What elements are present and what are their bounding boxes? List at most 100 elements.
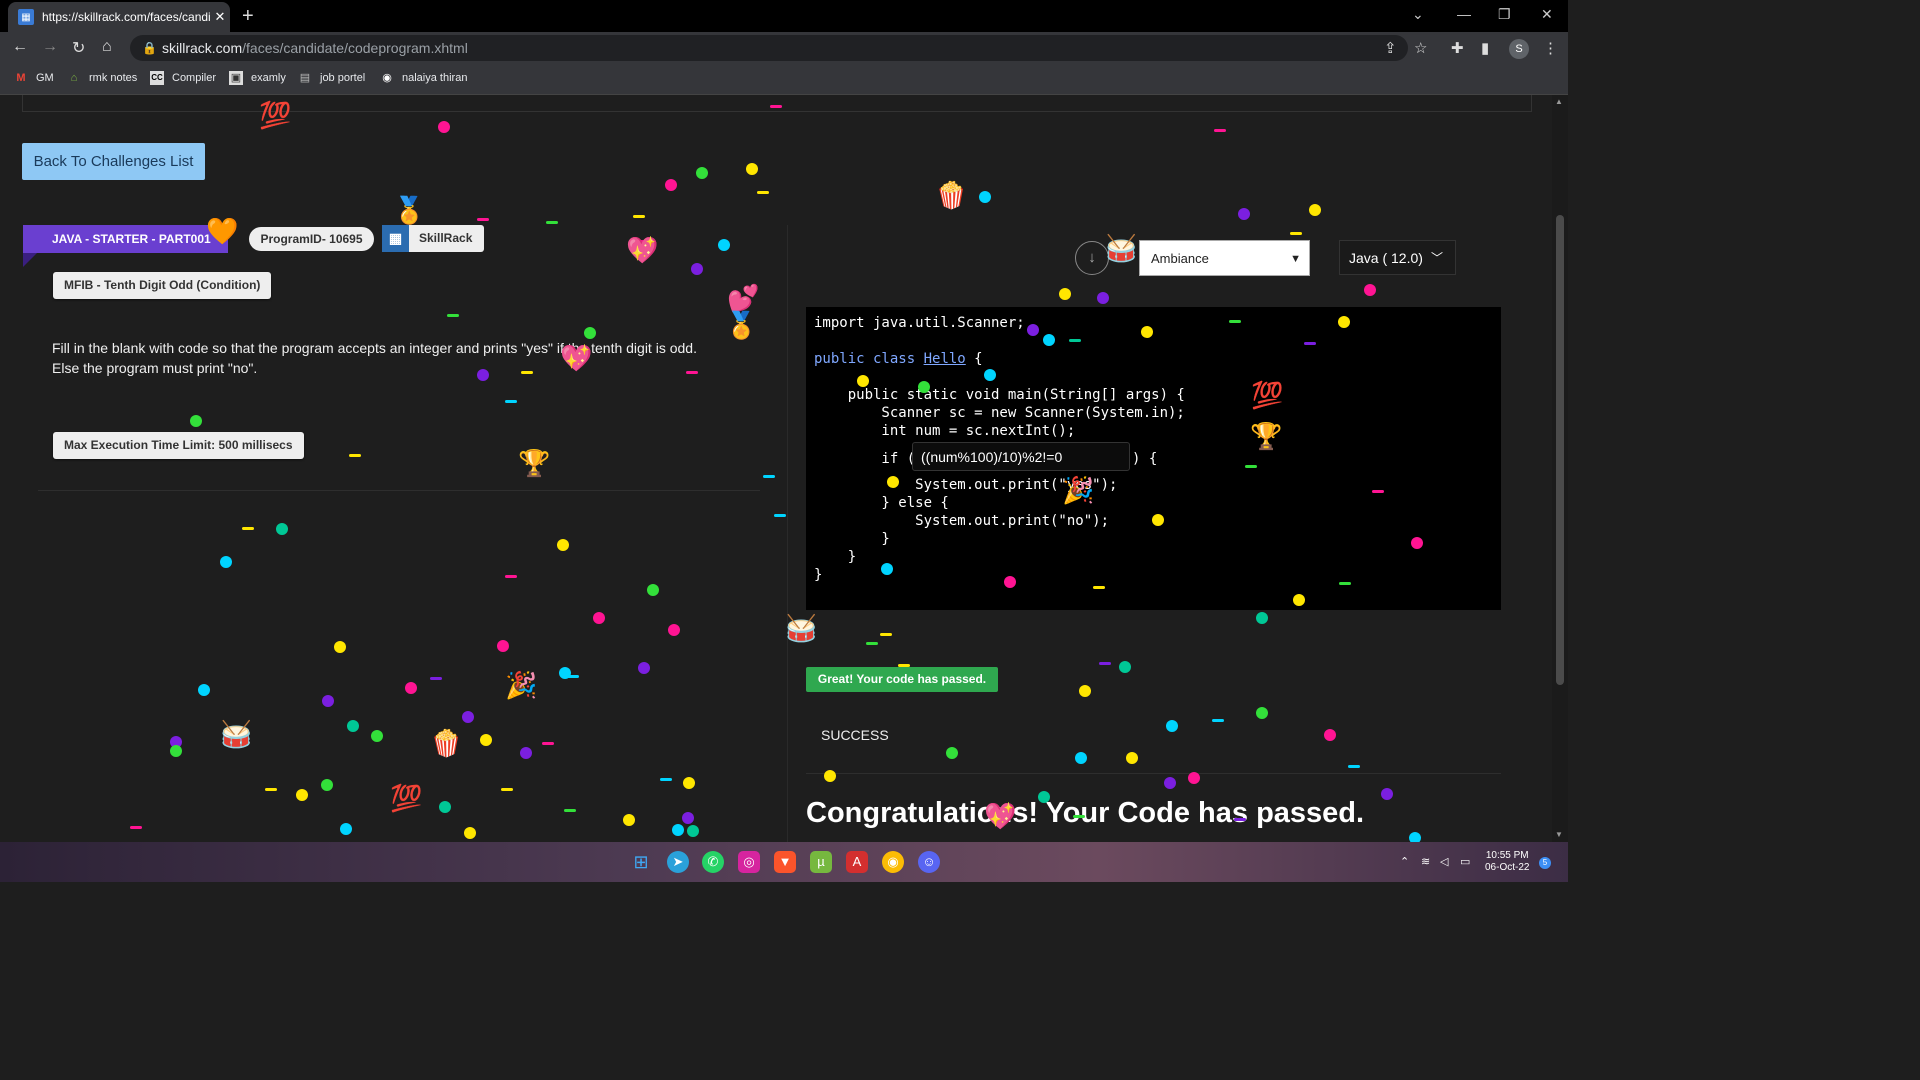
confetti-dot (683, 777, 695, 789)
tray-chevron-icon[interactable]: ⌃ (1400, 855, 1409, 868)
confetti-dot (647, 584, 659, 596)
confetti-streamer (1234, 818, 1246, 821)
bookmark-rmk-notes[interactable]: ⌂ rmk notes (67, 71, 138, 85)
new-tab-icon[interactable]: + (242, 5, 254, 28)
confetti-streamer (1099, 662, 1111, 665)
sidepanel-icon[interactable]: ▮ (1481, 39, 1489, 57)
confetti-dot (1166, 720, 1178, 732)
wifi-icon[interactable]: ≋ (1421, 855, 1430, 868)
share-icon[interactable]: ⇪ (1384, 39, 1397, 57)
code-editor[interactable]: import java.util.Scanner; public class H… (806, 307, 1501, 610)
code-line: ) { (1132, 451, 1158, 467)
confetti-streamer (1372, 490, 1384, 493)
party-popper-icon: 🎉 (1062, 475, 1095, 505)
taskbar-clock[interactable]: 10:55 PM 06-Oct-22 (1485, 850, 1529, 874)
scroll-up-icon[interactable]: ▲ (1555, 97, 1563, 106)
browser-tab[interactable]: ▦ https://skillrack.com/faces/candidat ✕ (8, 2, 230, 32)
code-blank-input[interactable] (912, 442, 1130, 471)
bookmark-nalaiya-thiran[interactable]: ◉ nalaiya thiran (380, 71, 467, 85)
profile-avatar[interactable]: S (1509, 39, 1529, 59)
confetti-dot (462, 711, 474, 723)
sparkling-heart-icon: 💖 (984, 801, 1017, 831)
address-bar[interactable]: 🔒 skillrack.com/faces/candidate/codeprog… (130, 35, 1408, 61)
bookmark-gm[interactable]: M GM (14, 71, 53, 85)
bookmark-star-icon[interactable]: ☆ (1414, 39, 1427, 57)
menu-icon[interactable]: ⋮ (1543, 39, 1558, 57)
orange-heart-icon: 🧡 (206, 216, 239, 246)
code-line: Scanner sc = new Scanner(System.in); (814, 405, 1185, 421)
confetti-streamer (542, 742, 554, 745)
whatsapp-icon[interactable]: ✆ (702, 851, 724, 873)
code-line: public static void main(String[] args) { (814, 387, 1185, 403)
confetti-streamer (757, 191, 769, 194)
confetti-dot (1043, 334, 1055, 346)
chevron-down-icon: ﹀ (1430, 251, 1443, 265)
back-arrow-icon[interactable]: ← (12, 38, 28, 56)
confetti-streamer (1214, 129, 1226, 132)
confetti-streamer (447, 314, 459, 317)
ribbon-fold (23, 253, 37, 267)
confetti-streamer (1290, 232, 1302, 235)
lock-icon: 🔒 (142, 41, 157, 55)
gmail-icon: M (16, 72, 26, 84)
house-icon: ⌂ (70, 72, 78, 84)
bookmarks-bar: M GM ⌂ rmk notes CC Compiler ▣ examly ▤ job p… (0, 64, 1568, 95)
confetti-dot (170, 745, 182, 757)
telegram-icon[interactable]: ➤ (667, 851, 689, 873)
battery-icon[interactable]: ▭ (1460, 855, 1470, 868)
windows-start-icon[interactable]: ⊞ (630, 851, 652, 873)
scrollbar-thumb[interactable] (1556, 215, 1564, 685)
confetti-streamer (660, 778, 672, 781)
confetti-dot (984, 369, 996, 381)
back-to-challenges-button[interactable]: Back To Challenges List (22, 143, 205, 180)
code-class-name: Hello (923, 351, 966, 367)
confetti-streamer (521, 371, 533, 374)
close-window-icon[interactable]: ✕ (1541, 6, 1553, 23)
confetti-streamer (633, 215, 645, 218)
notification-badge[interactable]: 5 (1539, 857, 1551, 869)
confetti-dot (665, 179, 677, 191)
discord-icon[interactable]: ☺ (918, 851, 940, 873)
confetti-dot (438, 121, 450, 133)
code-passed-badge: Great! Your code has passed. (806, 667, 998, 692)
volume-icon[interactable]: ◁ (1440, 855, 1448, 868)
confetti-dot (668, 624, 680, 636)
confetti-dot (480, 734, 492, 746)
utorrent-icon[interactable]: µ (810, 851, 832, 873)
language-select[interactable]: Java ( 12.0) ﹀ (1339, 240, 1456, 275)
forward-arrow-icon[interactable]: → (42, 38, 58, 56)
confetti-streamer (505, 400, 517, 403)
confetti-streamer (1304, 342, 1316, 345)
confetti-streamer (430, 677, 442, 680)
close-tab-icon[interactable]: ✕ (210, 9, 230, 25)
brand-label: SkillRack (419, 231, 473, 245)
brave-icon[interactable]: ▼ (774, 851, 796, 873)
confetti-streamer (898, 664, 910, 667)
confetti-dot (1075, 752, 1087, 764)
bookmark-job-portel[interactable]: ▤ job portel (298, 71, 365, 85)
minimize-icon[interactable]: — (1457, 6, 1471, 22)
download-arrow-icon[interactable]: ↓ (1075, 241, 1109, 275)
extensions-icon[interactable]: ✚ (1451, 39, 1464, 57)
confetti-streamer (1212, 719, 1224, 722)
reload-icon[interactable]: ↻ (72, 38, 85, 58)
tab-search-icon[interactable]: ⌄ (1412, 6, 1424, 23)
scroll-down-icon[interactable]: ▼ (1555, 830, 1563, 839)
bookmark-compiler[interactable]: CC Compiler (150, 71, 216, 85)
acrobat-icon[interactable]: A (846, 851, 868, 873)
description-line: Else the program must print "no". (52, 360, 258, 376)
drum-icon: 🥁 (1105, 233, 1138, 263)
restore-icon[interactable]: ❐ (1498, 6, 1511, 23)
chrome-icon[interactable]: ◉ (882, 851, 904, 873)
confetti-dot (1324, 729, 1336, 741)
instagram-icon[interactable]: ◎ (738, 851, 760, 873)
code-brace: { (965, 351, 983, 367)
bookmark-examly[interactable]: ▣ examly (229, 71, 286, 85)
home-icon[interactable]: ⌂ (102, 38, 112, 56)
confetti-dot (1256, 612, 1268, 624)
page-scrollbar[interactable]: ▲ ▼ (1552, 95, 1568, 842)
chevron-down-icon: ▼ (1290, 253, 1301, 265)
theme-select[interactable]: Ambiance ▼ (1139, 240, 1310, 276)
confetti-dot (1141, 326, 1153, 338)
confetti-dot (439, 801, 451, 813)
